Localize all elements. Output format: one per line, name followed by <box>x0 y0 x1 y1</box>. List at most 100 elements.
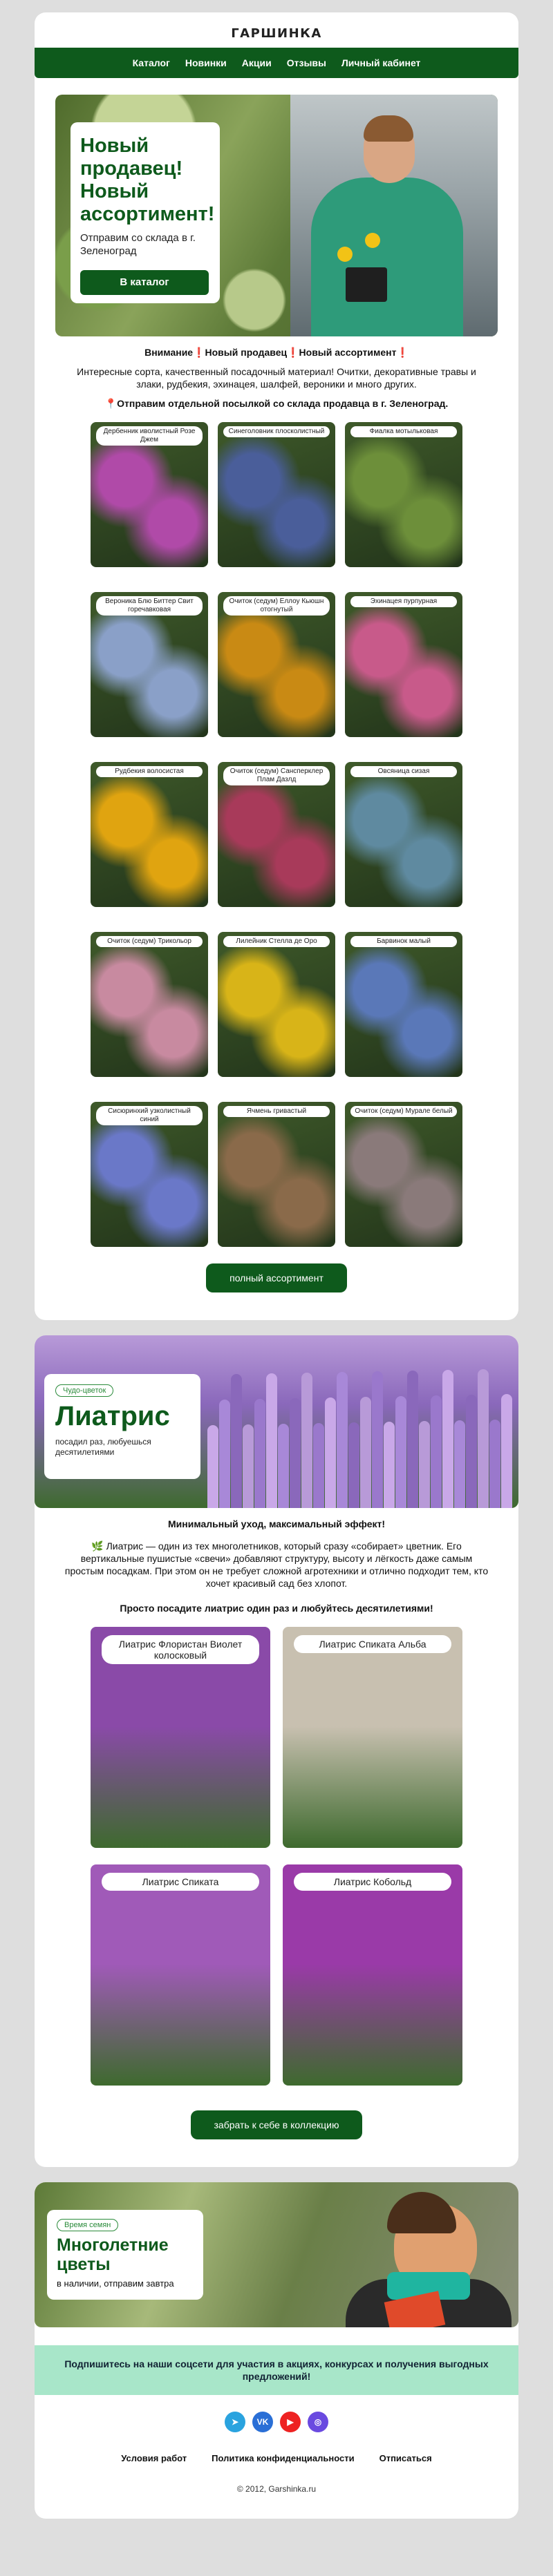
liatris-spike <box>278 1424 289 1508</box>
seeds-banner[interactable]: Время семян Многолетние цветы в наличии,… <box>35 2182 518 2327</box>
seeds-title: Многолетние цветы <box>57 2235 169 2274</box>
product-tile[interactable]: Синеголовник плосколистный <box>218 422 335 567</box>
seller-2-hair <box>387 2192 456 2233</box>
intro-headline: Внимание❗Новый продавец❗Новый ассортимен… <box>144 347 409 358</box>
liatris-spike <box>360 1397 371 1508</box>
social-band: Подпишитесь на наши соцсети для участия … <box>35 2345 518 2395</box>
hero-subtitle: Отправим со склада в г. Зеленоград <box>80 232 196 257</box>
liatris-text: Минимальный уход, максимальный эффект! 🌿… <box>35 1508 518 1614</box>
liatris-spike <box>489 1420 500 1508</box>
product-tile[interactable]: Лилейник Стелла де Оро <box>218 932 335 1077</box>
hero-title: Новый продавец! Новый ассортимент! <box>80 135 215 225</box>
product-label: Фиалка мотыльковая <box>350 426 457 437</box>
liatris-spike <box>395 1396 406 1508</box>
liatris-body: 🌿 Лиатрис — один из тех многолетников, к… <box>64 1540 489 1589</box>
product-label: Овсяница сизая <box>350 766 457 777</box>
product-label: Очиток (седум) Еллоу Кьюшн отогнутый <box>223 596 330 616</box>
product-tile[interactable]: Вероника Блю Биттер Свит горечавковая <box>91 592 208 737</box>
privacy-link[interactable]: Политика конфиденциальности <box>212 2453 354 2463</box>
plant-pot <box>346 267 387 302</box>
hero-banner[interactable]: Новый продавец! Новый ассортимент! Отпра… <box>55 95 498 336</box>
product-tile[interactable]: Ячмень гривастый <box>218 1102 335 1247</box>
product-tile[interactable]: Очиток (седум) Еллоу Кьюшн отогнутый <box>218 592 335 737</box>
product-tile[interactable]: Барвинок малый <box>345 932 462 1077</box>
main-nav: Каталог Новинки Акции Отзывы Личный каби… <box>35 48 518 78</box>
hero-text-box: Новый продавец! Новый ассортимент! Отпра… <box>71 122 220 303</box>
product-label: Лилейник Стелла де Оро <box>223 936 330 947</box>
liatris-grid: Лиатрис Флористан Виолет колосковый Лиатр… <box>35 1614 518 2086</box>
liatris-spike <box>407 1371 418 1508</box>
nav-reviews[interactable]: Отзывы <box>287 57 326 68</box>
flower-icon <box>337 247 353 262</box>
liatris-spike <box>231 1374 242 1508</box>
product-tile[interactable]: Эхинацея пурпурная <box>345 592 462 737</box>
liatris-tile[interactable]: Лиатрис Флористан Виолет колосковый <box>91 1627 270 1848</box>
liatris-banner[interactable]: Чудо-цветок Лиатрис посадил раз, любуешь… <box>35 1335 518 1508</box>
youtube-icon[interactable]: ▶ <box>280 2412 301 2432</box>
footer-links: Условия работ Политика конфиденциальност… <box>35 2432 518 2463</box>
liatris-spike <box>337 1372 348 1508</box>
liatris-spike <box>313 1423 324 1508</box>
terms-link[interactable]: Условия работ <box>121 2453 187 2463</box>
liatris-title: Лиатрис <box>55 1401 170 1431</box>
product-label: Рудбекия волосистая <box>96 766 203 777</box>
product-tile[interactable]: Дербенник иволистный Розе Джем <box>91 422 208 567</box>
intro-text: Внимание❗Новый продавец❗Новый ассортимен… <box>35 336 518 410</box>
newsletter-card: ГАРШИНКА Каталог Новинки Акции Отзывы Ли… <box>35 12 518 1320</box>
product-label: Очиток (седум) Мурале белый <box>350 1106 457 1117</box>
flower-icon <box>365 233 380 248</box>
product-label: Ячмень гривастый <box>223 1106 330 1117</box>
intro-body: Интересные сорта, качественный посадочны… <box>77 366 476 390</box>
liatris-label: Лиатрис Кобольд <box>294 1873 451 1891</box>
liatris-card: Чудо-цветок Лиатрис посадил раз, любуешь… <box>35 1335 518 2167</box>
cta-wrap: полный ассортимент <box>35 1263 518 1320</box>
liatris-tile[interactable]: Лиатрис Кобольд <box>283 1864 462 2086</box>
product-label: Очиток (седум) Трикольор <box>96 936 203 947</box>
collection-button[interactable]: забрать к себе в коллекцию <box>190 2110 363 2139</box>
nav-sales[interactable]: Акции <box>242 57 272 68</box>
liatris-spike <box>372 1371 383 1508</box>
catalog-button[interactable]: В каталог <box>80 270 209 295</box>
product-tile[interactable]: Очиток (седум) Сансперклер Плам Дазлд <box>218 762 335 907</box>
liatris-tile[interactable]: Лиатрис Спиката Альба <box>283 1627 462 1848</box>
liatris-spike <box>254 1399 265 1508</box>
liatris-tile[interactable]: Лиатрис Спиката <box>91 1864 270 2086</box>
intro-note: 📍Отправим отдельной посылкой со склада п… <box>104 398 449 409</box>
liatris-label: Лиатрис Спиката <box>102 1873 259 1891</box>
liatris-spike <box>466 1395 477 1508</box>
copyright: © 2012, Garshinka.ru <box>236 2484 317 2494</box>
social-text: Подпишитесь на наши соцсети для участия … <box>64 2358 489 2382</box>
logo-text: ГАРШИНКА <box>231 26 322 41</box>
vk-icon[interactable]: VK <box>252 2412 273 2432</box>
product-tile[interactable]: Овсяница сизая <box>345 762 462 907</box>
liatris-text-box: Чудо-цветок Лиатрис посадил раз, любуешь… <box>44 1374 200 1479</box>
liatris-spike <box>243 1424 254 1508</box>
product-label: Барвинок малый <box>350 936 457 947</box>
liatris-spike <box>325 1397 336 1508</box>
seeds-tag: Время семян <box>57 2219 119 2231</box>
max-icon[interactable]: ◎ <box>308 2412 328 2432</box>
product-tile[interactable]: Сисюринхий узколистный синий <box>91 1102 208 1247</box>
liatris-spike <box>348 1422 359 1508</box>
product-tile[interactable]: Очиток (седум) Мурале белый <box>345 1102 462 1247</box>
nav-catalog[interactable]: Каталог <box>133 57 170 68</box>
telegram-icon[interactable]: ➤ <box>225 2412 245 2432</box>
liatris-spike <box>219 1400 230 1508</box>
product-tile[interactable]: Рудбекия волосистая <box>91 762 208 907</box>
liatris-spike <box>301 1373 312 1508</box>
liatris-cta-wrap: забрать к себе в коллекцию <box>35 2086 518 2167</box>
product-tile[interactable]: Очиток (седум) Трикольор <box>91 932 208 1077</box>
product-label: Эхинацея пурпурная <box>350 596 457 607</box>
nav-account[interactable]: Личный кабинет <box>341 57 420 68</box>
product-grid: Дербенник иволистный Розе Джем Синеголовн… <box>35 410 518 1263</box>
logo[interactable]: ГАРШИНКА <box>231 26 322 41</box>
seller-figure <box>311 178 463 336</box>
full-assortment-button[interactable]: полный ассортимент <box>206 1263 347 1292</box>
liatris-spike <box>478 1369 489 1508</box>
seeds-subtitle: в наличии, отправим завтра <box>57 2278 174 2289</box>
product-tile[interactable]: Фиалка мотыльковая <box>345 422 462 567</box>
nav-new[interactable]: Новинки <box>185 57 227 68</box>
social-icons: ➤ VK ▶ ◎ <box>35 2395 518 2432</box>
liatris-label: Лиатрис Флористан Виолет колосковый <box>102 1635 259 1664</box>
unsubscribe-link[interactable]: Отписаться <box>379 2453 432 2463</box>
